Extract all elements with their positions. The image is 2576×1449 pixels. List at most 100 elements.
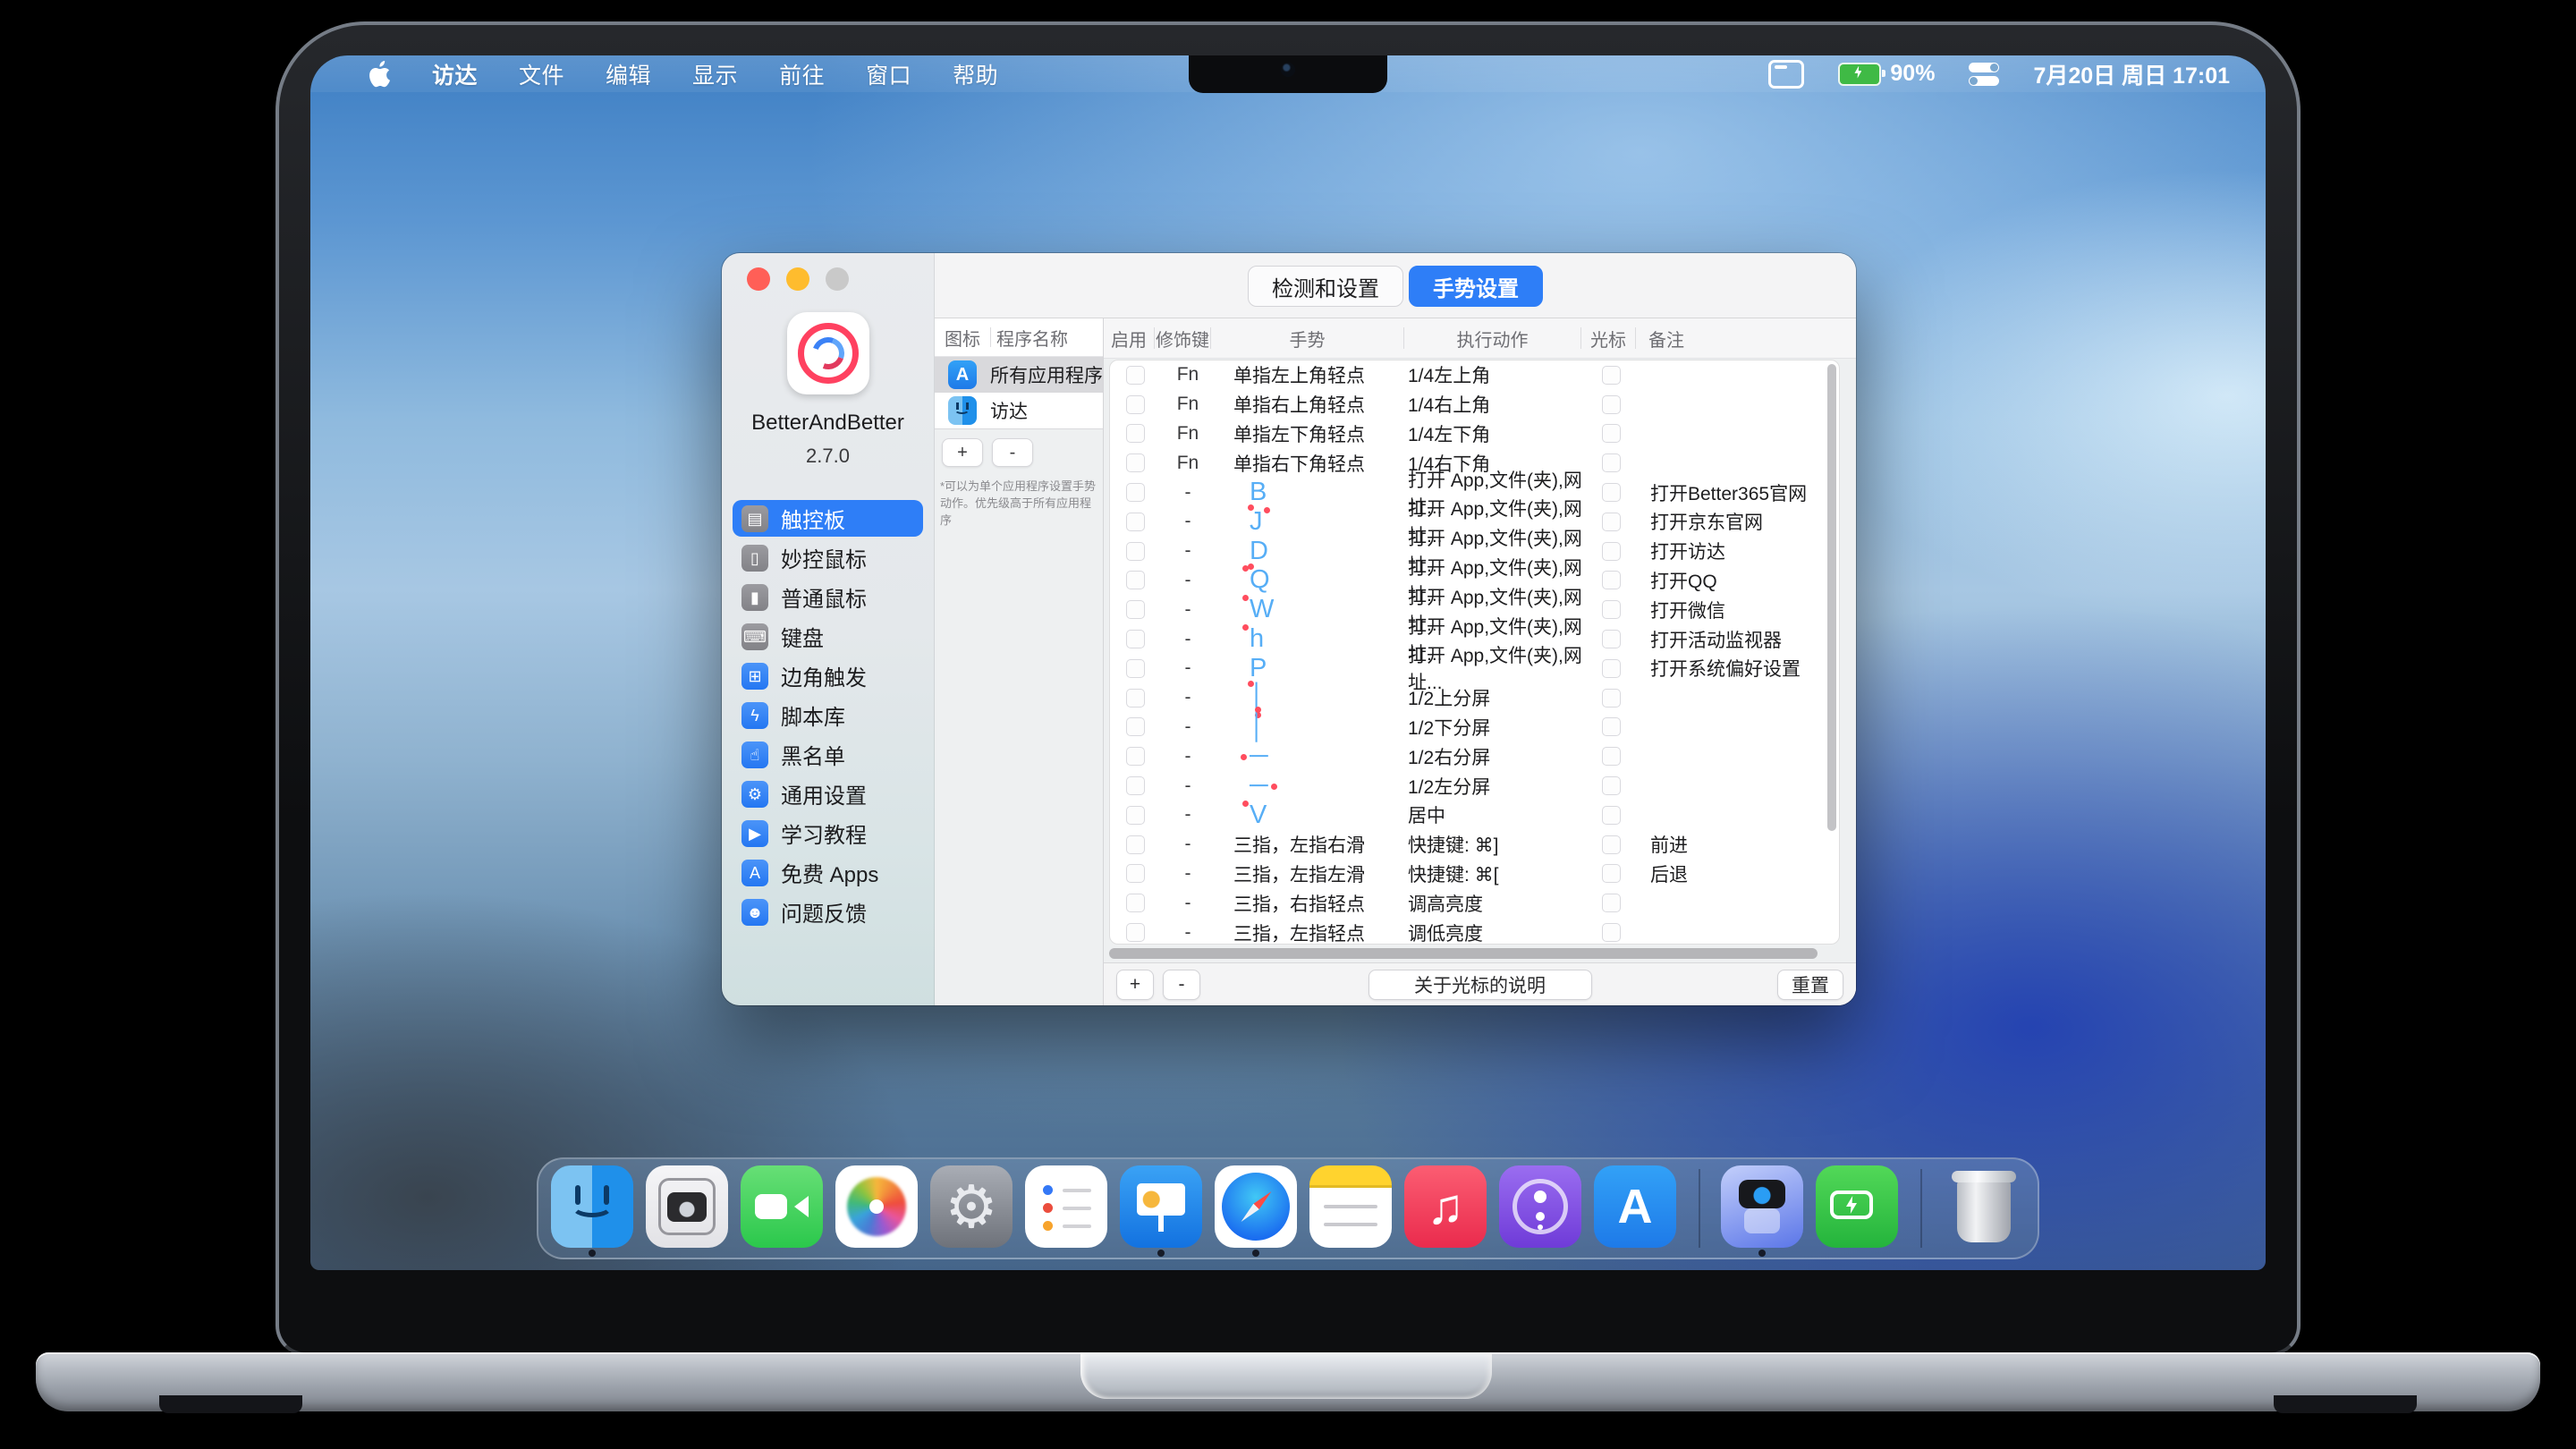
nav-script-library[interactable]: ϟ 脚本库 — [733, 697, 923, 733]
dock-facetime[interactable] — [741, 1165, 823, 1251]
cursor-checkbox[interactable] — [1602, 689, 1621, 708]
nav-keyboard[interactable]: ⌨ 键盘 — [733, 618, 923, 655]
gesture-row[interactable]: ✓ - V 居中 — [1110, 801, 1839, 830]
enabled-checkbox[interactable]: ✓ — [1126, 689, 1145, 708]
enabled-checkbox[interactable]: ✓ — [1126, 395, 1145, 414]
dock-divider-2[interactable] — [1911, 1165, 1930, 1251]
cursor-checkbox[interactable] — [1602, 542, 1621, 561]
dock-screenshot[interactable] — [646, 1165, 728, 1251]
enabled-checkbox[interactable]: ✓ — [1126, 717, 1145, 736]
cursor-checkbox[interactable] — [1602, 864, 1621, 883]
enabled-checkbox[interactable]: ✓ — [1126, 659, 1145, 678]
menubar-clock[interactable]: 7月20日 周日 17:01 — [2033, 58, 2230, 90]
gesture-row[interactable]: ✓ - 三指，右指轻点 调高亮度 — [1110, 888, 1839, 918]
cursor-info-button[interactable]: 关于光标的说明 — [1368, 970, 1592, 1000]
enabled-checkbox[interactable]: ✓ — [1126, 864, 1145, 883]
app-row-finder[interactable]: 访达 — [935, 393, 1103, 428]
enabled-checkbox[interactable]: ✓ — [1126, 366, 1145, 385]
tab-detect-settings[interactable]: 检测和设置 — [1248, 266, 1403, 307]
cursor-checkbox[interactable] — [1602, 366, 1621, 385]
enabled-checkbox[interactable]: ✓ — [1126, 424, 1145, 443]
view-menu[interactable]: 显示 — [692, 58, 738, 90]
dock-battery-app[interactable] — [1816, 1165, 1898, 1251]
cursor-checkbox[interactable] — [1602, 747, 1621, 766]
enabled-checkbox[interactable]: ✓ — [1126, 894, 1145, 912]
cursor-checkbox[interactable] — [1602, 513, 1621, 531]
cursor-checkbox[interactable] — [1602, 659, 1621, 678]
dock-podcasts[interactable] — [1499, 1165, 1581, 1251]
cursor-checkbox[interactable] — [1602, 424, 1621, 443]
gesture-row[interactable]: ✓ - │ 1/2下分屏 — [1110, 713, 1839, 742]
nav-magic-mouse[interactable]: ▯ 妙控鼠标 — [733, 539, 923, 576]
dock-trash[interactable] — [1943, 1165, 2025, 1251]
dock-finder[interactable] — [551, 1165, 633, 1251]
dock-notes[interactable] — [1309, 1165, 1392, 1251]
gesture-row[interactable]: ✓ - ─ 1/2左分屏 — [1110, 771, 1839, 801]
zoom-button[interactable] — [826, 267, 849, 291]
reset-button[interactable]: 重置 — [1777, 970, 1843, 1000]
cursor-checkbox[interactable] — [1602, 835, 1621, 854]
gesture-row[interactable]: ✓ - P 打开 App,文件(夹),网址... 打开系统偏好设 — [1110, 654, 1839, 683]
gesture-row[interactable]: ✓ Fn 单指左上角轻点 1/4左上角 — [1110, 360, 1839, 390]
gesture-row[interactable]: ✓ - 三指，左指右滑 快捷键: ⌘] 前进 — [1110, 830, 1839, 860]
cursor-checkbox[interactable] — [1602, 806, 1621, 825]
enabled-checkbox[interactable]: ✓ — [1126, 923, 1145, 942]
cursor-checkbox[interactable] — [1602, 776, 1621, 795]
cursor-checkbox[interactable] — [1602, 571, 1621, 589]
close-button[interactable] — [747, 267, 770, 291]
gesture-row[interactable]: ✓ Fn 单指右上角轻点 1/4右上角 — [1110, 390, 1839, 419]
gesture-row[interactable]: ✓ - │ 1/2上分屏 — [1110, 683, 1839, 713]
horizontal-scrollbar[interactable] — [1109, 948, 1840, 959]
nav-free-apps[interactable]: A 免费 Apps — [733, 854, 923, 891]
remove-gesture-button[interactable]: - — [1163, 970, 1200, 1000]
minimize-button[interactable] — [786, 267, 809, 291]
dock-keynote[interactable] — [1120, 1165, 1202, 1251]
dock-reminders[interactable] — [1025, 1165, 1107, 1251]
app-menu[interactable]: 访达 — [432, 58, 478, 90]
cursor-checkbox[interactable] — [1602, 717, 1621, 736]
enabled-checkbox[interactable]: ✓ — [1126, 747, 1145, 766]
cursor-checkbox[interactable] — [1602, 923, 1621, 942]
enabled-checkbox[interactable]: ✓ — [1126, 453, 1145, 472]
enabled-checkbox[interactable]: ✓ — [1126, 513, 1145, 531]
gesture-row[interactable]: ✓ - 三指，左指左滑 快捷键: ⌘[ 后退 — [1110, 860, 1839, 889]
go-menu[interactable]: 前往 — [779, 58, 825, 90]
menubar-app-icon[interactable] — [1768, 60, 1804, 89]
help-menu[interactable]: 帮助 — [953, 58, 998, 90]
nav-blacklist[interactable]: ☝ 黑名单 — [733, 736, 923, 773]
dock-betterandbetter[interactable] — [1721, 1165, 1803, 1251]
enabled-checkbox[interactable]: ✓ — [1126, 483, 1145, 502]
dock-divider-1[interactable] — [1689, 1165, 1708, 1251]
dock-system-settings[interactable] — [930, 1165, 1013, 1251]
add-gesture-button[interactable]: + — [1116, 970, 1154, 1000]
add-app-button[interactable]: + — [942, 438, 983, 467]
nav-general-settings[interactable]: ⚙ 通用设置 — [733, 775, 923, 812]
nav-tutorials[interactable]: ▶ 学习教程 — [733, 815, 923, 852]
cursor-checkbox[interactable] — [1602, 395, 1621, 414]
gesture-row[interactable]: ✓ - ─ 1/2右分屏 — [1110, 741, 1839, 771]
tab-gesture-settings[interactable]: 手势设置 — [1409, 266, 1543, 307]
dock-photos[interactable] — [835, 1165, 918, 1251]
enabled-checkbox[interactable]: ✓ — [1126, 776, 1145, 795]
dock-app-store[interactable] — [1594, 1165, 1676, 1251]
vertical-scrollbar[interactable] — [1827, 364, 1836, 831]
gesture-row[interactable]: ✓ Fn 单指左下角轻点 1/4左下角 — [1110, 419, 1839, 449]
enabled-checkbox[interactable]: ✓ — [1126, 571, 1145, 589]
battery-status[interactable]: 90% — [1838, 61, 1935, 87]
dock-safari[interactable] — [1215, 1165, 1297, 1251]
control-center-icon[interactable] — [1969, 63, 1999, 86]
nav-feedback[interactable]: ☻ 问题反馈 — [733, 894, 923, 930]
remove-app-button[interactable]: - — [992, 438, 1033, 467]
nav-corner-trigger[interactable]: ⊞ 边角触发 — [733, 657, 923, 694]
enabled-checkbox[interactable]: ✓ — [1126, 806, 1145, 825]
enabled-checkbox[interactable]: ✓ — [1126, 600, 1145, 619]
nav-normal-mouse[interactable]: ▮ 普通鼠标 — [733, 579, 923, 615]
window-menu[interactable]: 窗口 — [866, 58, 911, 90]
file-menu[interactable]: 文件 — [519, 58, 564, 90]
cursor-checkbox[interactable] — [1602, 600, 1621, 619]
dock-music[interactable] — [1404, 1165, 1487, 1251]
apple-menu-icon[interactable] — [368, 61, 391, 88]
enabled-checkbox[interactable]: ✓ — [1126, 630, 1145, 648]
enabled-checkbox[interactable]: ✓ — [1126, 835, 1145, 854]
cursor-checkbox[interactable] — [1602, 483, 1621, 502]
